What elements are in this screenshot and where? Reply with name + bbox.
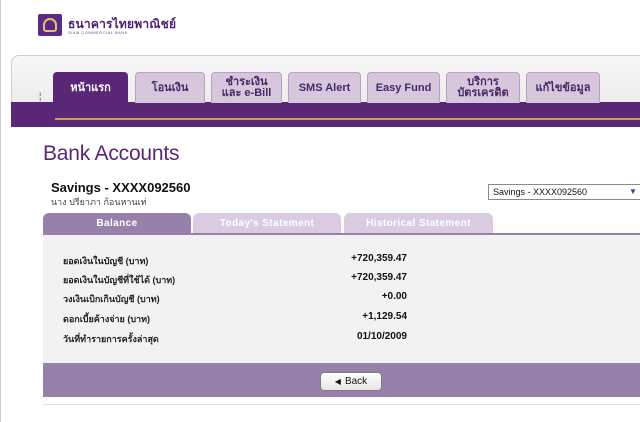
detail-value-balance: +720,359.47 — [351, 253, 407, 264]
detail-value-interest: +1,129.54 — [362, 311, 407, 322]
account-name: Savings - XXXX092560 — [51, 180, 191, 195]
brand-name-english: SIAM COMMERCIAL BANK — [68, 30, 128, 35]
page-title: Bank Accounts — [43, 142, 180, 165]
account-holder: นาง ปรียาภา ก้อนหานเท่ — [51, 197, 147, 207]
detail-value-overdraft: +0.00 — [381, 291, 407, 302]
nav-gold-line — [55, 118, 640, 120]
account-select[interactable]: Savings - XXXX092560 ▼ — [488, 184, 640, 200]
nav-tab-home[interactable]: หน้าแรก — [53, 72, 128, 103]
bank-logo-icon[interactable] — [38, 14, 62, 36]
nav-tab-label: ชำระเงิน และ e-Bill — [221, 76, 272, 99]
nav-tab-transfer[interactable]: โอนเงิน — [135, 72, 205, 103]
nav-tab-sms-alert[interactable]: SMS Alert — [288, 72, 361, 103]
account-select-value: Savings - XXXX092560 — [493, 187, 588, 197]
detail-value-available: +720,359.47 — [351, 272, 407, 283]
back-button-label: Back — [344, 376, 368, 387]
nav-tab-label: SMS Alert — [298, 81, 351, 94]
detail-label-available: ยอดเงินในบัญชีที่ใช้ได้ (บาท) — [63, 275, 176, 285]
nav-tab-edit-profile[interactable]: แก้ไขข้อมูล — [526, 72, 600, 103]
nav-tab-bill-payment[interactable]: ชำระเงิน และ e-Bill — [211, 72, 282, 103]
nav-tab-label: Easy Fund — [375, 81, 432, 94]
detail-label-balance: ยอดเงินในบัญชี (บาท) — [63, 256, 149, 266]
nav-tab-label: แก้ไขข้อมูล — [535, 81, 591, 94]
detail-value-last-transaction: 01/10/2009 — [356, 331, 407, 342]
bottom-divider — [43, 404, 640, 405]
nav-tab-label: บริการ บัตรเครดิต — [457, 76, 509, 99]
page-frame: ธนาคารไทยพาณิชย์ SIAM COMMERCIAL BANK ¦ … — [0, 0, 640, 422]
nav-marker: ¦ — [39, 91, 42, 101]
nav-tab-label: หน้าแรก — [70, 81, 111, 94]
nav-stripe — [11, 102, 640, 127]
back-button[interactable]: ◀ Back — [320, 372, 382, 391]
nav-tab-credit-card[interactable]: บริการ บัตรเครดิต — [446, 72, 520, 103]
tab-balance[interactable]: Balance — [43, 213, 191, 234]
chevron-down-icon[interactable]: ▼ — [628, 187, 638, 197]
nav-tab-easy-fund[interactable]: Easy Fund — [367, 72, 440, 103]
detail-label-last-transaction: วันที่ทำรายการครั้งล่าสุด — [63, 334, 159, 344]
tab-label: Historical Statement — [366, 218, 471, 229]
tab-label: Today's Statement — [219, 218, 315, 229]
detail-label-overdraft: วงเงินเบิกเกินบัญชี (บาท) — [63, 294, 160, 304]
tab-label: Balance — [96, 218, 138, 229]
tab-historical-statement[interactable]: Historical Statement — [344, 213, 493, 234]
nav-tab-label: โอนเงิน — [151, 81, 189, 94]
back-arrow-icon: ◀ — [334, 377, 341, 386]
detail-label-interest: ดอกเบี้ยค้างจ่าย (บาท) — [63, 314, 151, 324]
tab-todays-statement[interactable]: Today's Statement — [193, 213, 341, 234]
